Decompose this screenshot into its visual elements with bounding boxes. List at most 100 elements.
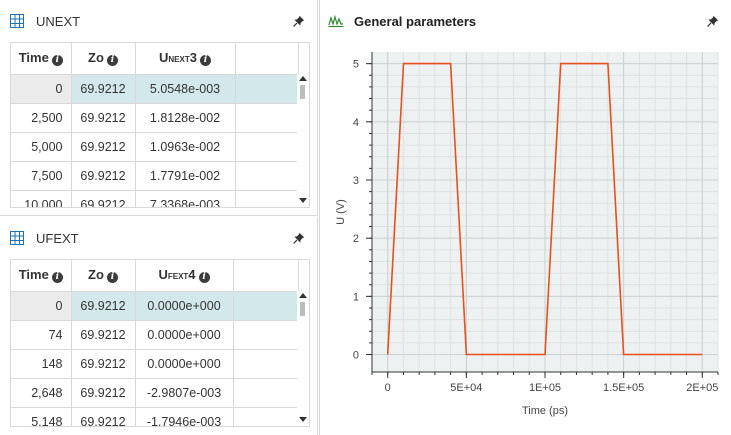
info-icon[interactable]: i <box>198 272 210 284</box>
col-header-unext3[interactable]: UNEXT3 i <box>135 43 236 75</box>
pin-icon[interactable] <box>707 15 719 27</box>
cell-value[interactable]: -2.9807e-003 <box>135 378 234 408</box>
scroll-thumb[interactable] <box>300 85 305 99</box>
cell-time[interactable]: 2,648 <box>11 378 72 408</box>
cell-zo[interactable]: 69.9212 <box>71 103 136 133</box>
cell-value[interactable]: 0.0000e+000 <box>135 320 234 350</box>
y-axis-label: U (V) <box>335 199 347 225</box>
table-grid-icon <box>10 14 24 28</box>
unext-panel: UNEXT Time i Zo i UNEXT3 i 0 69.9212 5.054 <box>0 0 318 216</box>
col-header-ufext4[interactable]: UFEXT4 i <box>135 260 234 292</box>
col-header-time[interactable]: Time i <box>11 260 72 292</box>
y-tick-label: 5 <box>353 59 359 71</box>
info-icon[interactable]: i <box>51 272 63 284</box>
cell-empty <box>235 74 299 104</box>
table-row[interactable]: 10,000 69.9212 7.3368e-003 <box>11 190 299 207</box>
scroll-up-arrow-icon[interactable] <box>299 76 307 81</box>
table-row[interactable]: 0 69.9212 0.0000e+000 <box>11 291 299 321</box>
ufext-panel-title: UFEXT <box>36 230 79 246</box>
cell-value[interactable]: 7.3368e-003 <box>135 190 236 207</box>
col-header-zo[interactable]: Zo i <box>71 43 136 75</box>
cell-zo[interactable]: 69.9212 <box>71 132 136 162</box>
table-row[interactable]: 2,648 69.9212 -2.9807e-003 <box>11 378 299 408</box>
table-row[interactable]: 7,500 69.9212 1.7791e-002 <box>11 161 299 191</box>
cell-value[interactable]: 5.0548e-003 <box>135 74 236 104</box>
table-header-row: Time i Zo i UFEXT4 i <box>11 260 299 292</box>
cell-empty <box>233 378 299 408</box>
y-tick-label: 2 <box>353 233 359 245</box>
y-tick-label: 4 <box>353 117 359 129</box>
ufext-panel: UFEXT Time i Zo i UFEXT4 i 0 69.9212 0.000 <box>0 217 318 435</box>
col-header-zo[interactable]: Zo i <box>71 260 136 292</box>
cell-value[interactable]: 0.0000e+000 <box>135 349 234 379</box>
x-tick-label: 0 <box>385 382 391 394</box>
cell-empty <box>235 103 299 133</box>
x-tick-label: 1E+05 <box>529 382 561 394</box>
cell-empty <box>233 407 299 426</box>
cell-value[interactable]: -1.7946e-003 <box>135 407 234 426</box>
cell-time[interactable]: 5,148 <box>11 407 72 426</box>
x-tick-label: 2E+05 <box>686 382 718 394</box>
cell-zo[interactable]: 69.9212 <box>71 407 136 426</box>
info-icon[interactable]: i <box>106 272 118 284</box>
cell-zo[interactable]: 69.9212 <box>71 74 136 104</box>
cell-time[interactable]: 10,000 <box>11 190 72 207</box>
cell-time[interactable]: 5,000 <box>11 132 72 162</box>
ufext-table: Time i Zo i UFEXT4 i 0 69.9212 0.0000e+000 … <box>10 259 310 427</box>
table-row[interactable]: 74 69.9212 0.0000e+000 <box>11 320 299 350</box>
cell-value[interactable]: 1.0963e-002 <box>135 132 236 162</box>
cell-value[interactable]: 1.7791e-002 <box>135 161 236 191</box>
table-row[interactable]: 2,500 69.9212 1.8128e-002 <box>11 103 299 133</box>
cell-empty <box>233 349 299 379</box>
cell-zo[interactable]: 69.9212 <box>71 378 136 408</box>
ufext-panel-header: UFEXT <box>0 217 317 259</box>
table-row[interactable]: 0 69.9212 5.0548e-003 <box>11 74 299 104</box>
scroll-up-arrow-icon[interactable] <box>299 293 307 298</box>
cell-empty <box>235 190 299 207</box>
table-row[interactable]: 148 69.9212 0.0000e+000 <box>11 349 299 379</box>
cell-zo[interactable]: 69.9212 <box>71 349 136 379</box>
col-header-empty <box>235 43 299 75</box>
cell-time[interactable]: 2,500 <box>11 103 72 133</box>
cell-value[interactable]: 1.8128e-002 <box>135 103 236 133</box>
info-icon[interactable]: i <box>106 55 118 67</box>
pin-icon[interactable] <box>293 232 305 244</box>
cell-zo[interactable]: 69.9212 <box>71 320 136 350</box>
table-header-row: Time i Zo i UNEXT3 i <box>11 43 299 75</box>
cell-time[interactable]: 0 <box>11 74 72 104</box>
cell-time[interactable]: 0 <box>11 291 72 321</box>
voltage-line-chart[interactable]: 0 5E+04 1E+05 1.5E+05 2E+05012345 Time (ps) … <box>320 42 731 435</box>
col-header-time[interactable]: Time i <box>11 43 72 75</box>
cell-zo[interactable]: 69.9212 <box>71 161 136 191</box>
scroll-thumb[interactable] <box>300 302 305 316</box>
vertical-scrollbar[interactable] <box>297 74 309 207</box>
cell-zo[interactable]: 69.9212 <box>71 190 136 207</box>
table-row[interactable]: 5,000 69.9212 1.0963e-002 <box>11 132 299 162</box>
cell-time[interactable]: 74 <box>11 320 72 350</box>
info-icon[interactable]: i <box>199 55 211 67</box>
y-tick-label: 1 <box>353 291 359 303</box>
unext-panel-title: UNEXT <box>36 13 81 29</box>
y-tick-label: 3 <box>353 175 359 187</box>
cell-zo[interactable]: 69.9212 <box>71 291 136 321</box>
cell-empty <box>235 132 299 162</box>
vertical-scrollbar[interactable] <box>297 291 309 426</box>
table-row[interactable]: 5,148 69.9212 -1.7946e-003 <box>11 407 299 426</box>
chart-panel-header: General parameters <box>320 0 731 42</box>
col-header-empty <box>233 260 299 292</box>
pin-icon[interactable] <box>293 15 305 27</box>
scroll-down-arrow-icon[interactable] <box>299 417 307 422</box>
cell-empty <box>233 320 299 350</box>
unext-table: Time i Zo i UNEXT3 i 0 69.9212 5.0548e-003 … <box>10 42 310 208</box>
x-tick-label: 1.5E+05 <box>603 382 644 394</box>
scroll-down-arrow-icon[interactable] <box>299 198 307 203</box>
chart-panel-title: General parameters <box>354 13 477 29</box>
cell-time[interactable]: 148 <box>11 349 72 379</box>
cell-time[interactable]: 7,500 <box>11 161 72 191</box>
chart-panel: General parameters 0 5E+04 1E+05 1.5E+05 2E+… <box>319 0 731 435</box>
cell-value[interactable]: 0.0000e+000 <box>135 291 234 321</box>
x-tick-label: 5E+04 <box>450 382 482 394</box>
unext-panel-header: UNEXT <box>0 0 317 42</box>
info-icon[interactable]: i <box>51 55 63 67</box>
cell-empty <box>233 291 299 321</box>
